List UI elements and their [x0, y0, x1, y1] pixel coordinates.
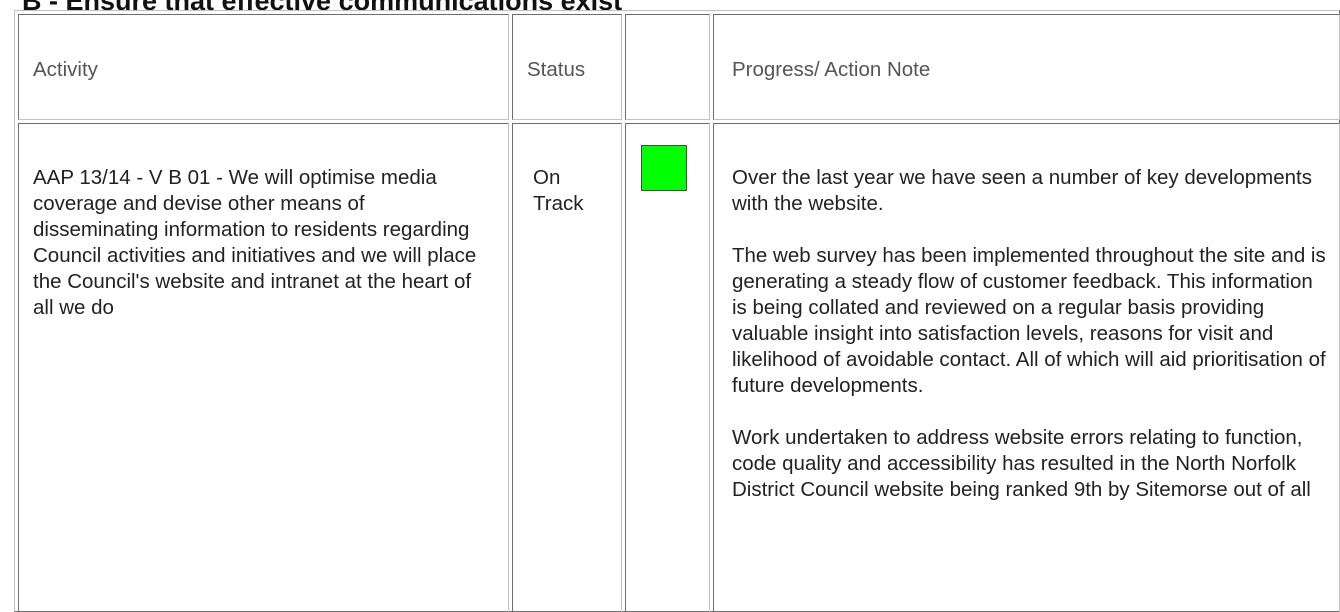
header-progress-label: Progress/ Action Note: [732, 58, 931, 81]
activity-table: Activity Status Progress/ Action Note AA…: [0, 0, 1340, 612]
status-text-line-1: On: [533, 166, 561, 189]
status-text-line-2: Track: [533, 192, 584, 215]
row-cell-activity: AAP 13/14 - V B 01 - We will optimise me…: [18, 123, 509, 612]
status-text: On Track: [533, 165, 584, 217]
progress-paragraph-3: Work undertaken to address website error…: [732, 426, 1311, 501]
header-cell-status: Status: [512, 14, 622, 120]
row-cell-indicator: [625, 123, 710, 612]
row-cell-status: On Track: [512, 123, 622, 612]
progress-paragraph-2: The web survey has been implemented thro…: [732, 244, 1326, 397]
header-status-label: Status: [527, 58, 586, 81]
header-cell-indicator: [625, 14, 710, 120]
header-cell-progress: Progress/ Action Note: [713, 14, 1340, 120]
row-cell-progress: Over the last year we have seen a number…: [713, 123, 1340, 612]
activity-description: AAP 13/14 - V B 01 - We will optimise me…: [33, 166, 477, 319]
status-indicator-swatch: [641, 145, 687, 191]
progress-paragraph-1: Over the last year we have seen a number…: [732, 166, 1313, 215]
progress-note: Over the last year we have seen a number…: [732, 165, 1328, 529]
header-activity-label: Activity: [33, 58, 98, 81]
header-cell-activity: Activity: [18, 14, 509, 120]
